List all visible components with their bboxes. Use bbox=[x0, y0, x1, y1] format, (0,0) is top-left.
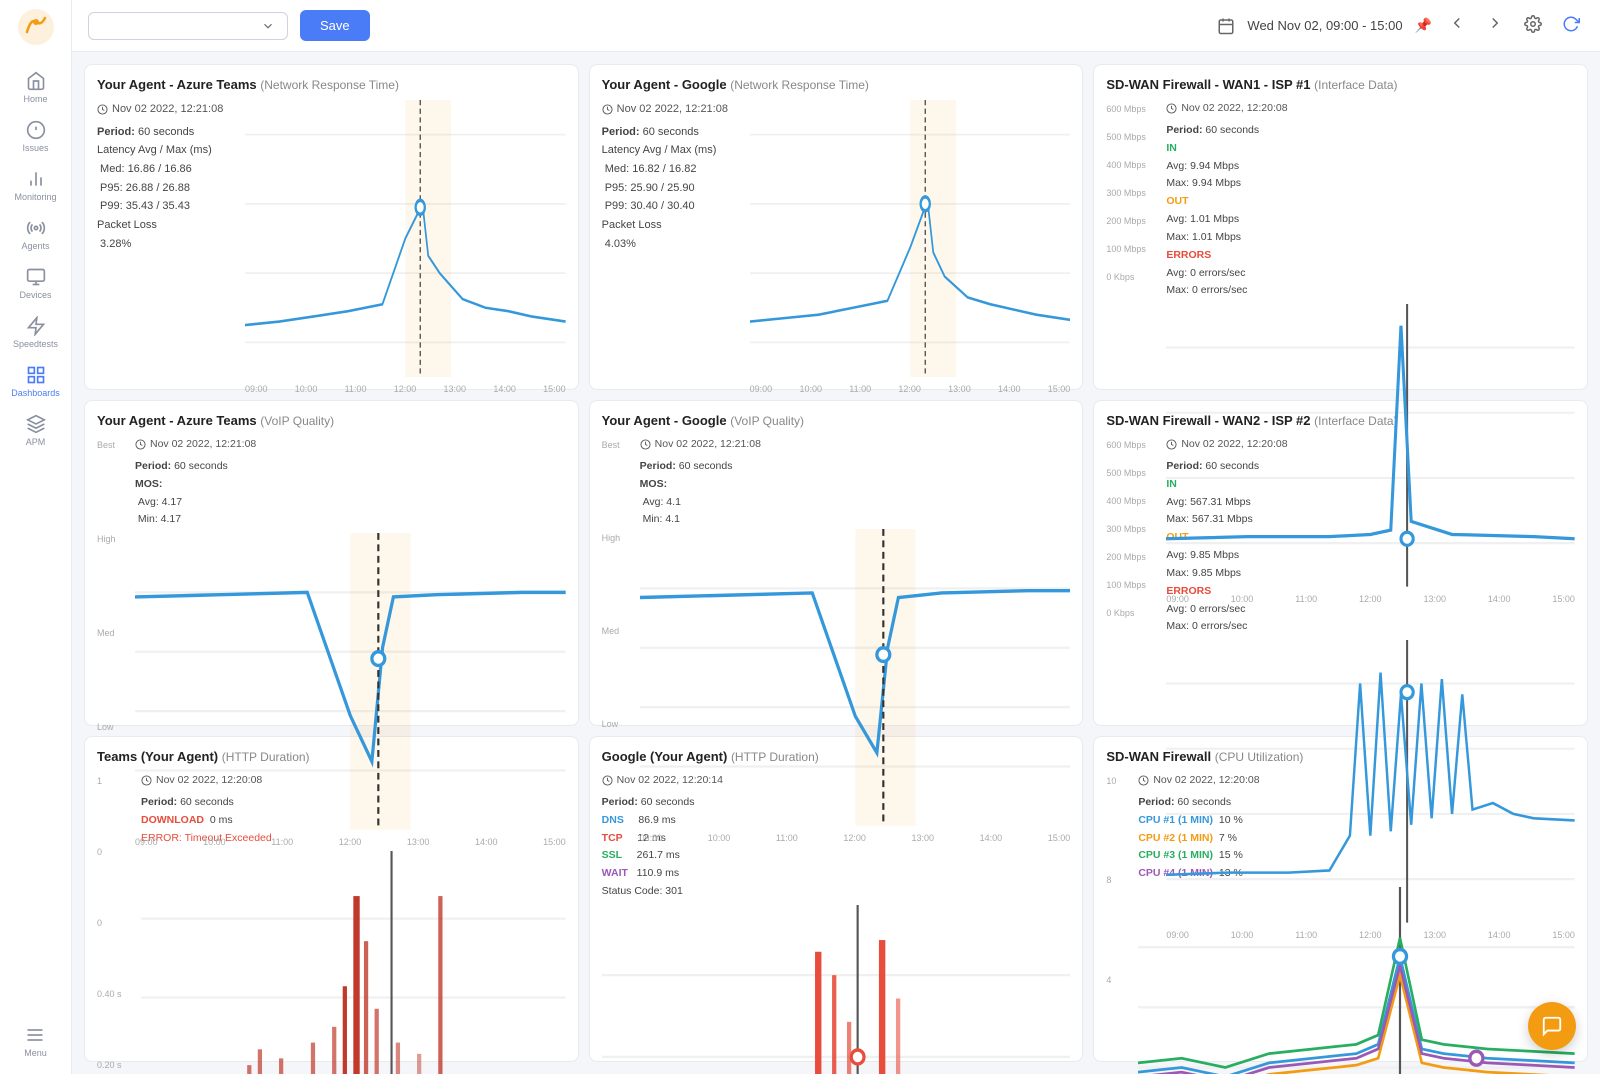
next-button[interactable] bbox=[1482, 10, 1508, 41]
sidebar-item-menu-label: Menu bbox=[24, 1048, 47, 1058]
chart-x-labels: 09:0010:0011:0012:0013:0014:0015:00 bbox=[245, 384, 566, 394]
chart-subtitle: (Network Response Time) bbox=[260, 78, 399, 92]
sidebar-item-monitoring-label: Monitoring bbox=[14, 192, 56, 202]
chart-subtitle: (VoIP Quality) bbox=[260, 414, 334, 428]
chart-visual: 09:0010:0011:0012:0013:0014:0015:00 bbox=[245, 100, 566, 377]
sidebar-item-devices[interactable]: Devices bbox=[0, 259, 71, 308]
sidebar-item-agents-label: Agents bbox=[21, 241, 49, 251]
chart-visual: 09:0010:0011:0012:0013:0014:0015:00 0 s bbox=[602, 905, 1071, 1074]
chart-visual: 09:0010:0011:0012:0013:0014:0015:00 bbox=[1138, 887, 1575, 1074]
chart-x-labels: 09:0010:0011:0012:0013:0014:0015:00 bbox=[750, 384, 1071, 394]
topbar: Save Wed Nov 02, 09:00 - 15:00 📌 bbox=[72, 0, 1600, 52]
chat-button[interactable] bbox=[1528, 1002, 1576, 1050]
chevron-down-icon bbox=[261, 19, 275, 33]
chart-google-network: Your Agent - Google (Network Response Ti… bbox=[589, 64, 1084, 390]
refresh-button[interactable] bbox=[1558, 11, 1584, 40]
chart-x-labels: 09:0010:0011:0012:0013:0014:0015:00 bbox=[1166, 594, 1575, 604]
chart-subtitle: (VoIP Quality) bbox=[730, 414, 804, 428]
chart-title: Your Agent - Google bbox=[602, 413, 727, 428]
chart-stats: Nov 02 2022, 12:21:08 Period: 60 seconds… bbox=[97, 100, 237, 377]
chart-subtitle: (Interface Data) bbox=[1314, 78, 1397, 92]
sidebar-item-issues[interactable]: Issues bbox=[0, 112, 71, 161]
pin-icon: 📌 bbox=[1415, 17, 1432, 34]
chart-title: Your Agent - Azure Teams bbox=[97, 413, 257, 428]
chart-x-labels: 09:0010:0011:0012:0013:0014:0015:00 bbox=[135, 837, 566, 847]
dashboard-grid: Your Agent - Azure Teams (Network Respon… bbox=[72, 52, 1600, 1074]
sidebar-item-apm[interactable]: APM bbox=[0, 406, 71, 455]
chart-visual: 09:0010:0011:0012:0013:0014:0015:00 bbox=[135, 533, 566, 830]
chart-visual: 09:0010:0011:0012:0013:0014:0015:00 bbox=[1166, 640, 1575, 923]
sidebar-item-agents[interactable]: Agents bbox=[0, 210, 71, 259]
sidebar-item-home-label: Home bbox=[23, 94, 47, 104]
prev-button[interactable] bbox=[1444, 10, 1470, 41]
topbar-right: Wed Nov 02, 09:00 - 15:00 📌 bbox=[1217, 10, 1584, 41]
sidebar-item-speedtests-label: Speedtests bbox=[13, 339, 58, 349]
chart-title: SD-WAN Firewall - WAN1 - ISP #1 bbox=[1106, 77, 1310, 92]
calendar-icon bbox=[1217, 17, 1235, 35]
chart-google-voip: Your Agent - Google (VoIP Quality) BestH… bbox=[589, 400, 1084, 726]
logo[interactable] bbox=[17, 8, 55, 51]
chart-visual: 09:0010:0011:0012:0013:0014:0015:00 bbox=[640, 529, 1071, 826]
chart-subtitle: (Network Response Time) bbox=[730, 78, 869, 92]
chart-stats: Nov 02 2022, 12:21:08 Period: 60 seconds… bbox=[602, 100, 742, 377]
sidebar-item-issues-label: Issues bbox=[22, 143, 48, 153]
sidebar-item-menu[interactable]: Menu bbox=[20, 1017, 51, 1066]
sidebar-item-devices-label: Devices bbox=[19, 290, 51, 300]
sidebar-item-apm-label: APM bbox=[26, 437, 46, 447]
date-range-label: Wed Nov 02, 09:00 - 15:00 bbox=[1247, 18, 1402, 33]
chart-visual: 09:0010:0011:0012:0013:0014:0015:00 bbox=[750, 100, 1071, 377]
sidebar: Home Issues Monitoring Agents Devices Sp… bbox=[0, 0, 72, 1074]
sidebar-item-monitoring[interactable]: Monitoring bbox=[0, 161, 71, 210]
dashboard-select[interactable] bbox=[88, 12, 288, 40]
settings-button[interactable] bbox=[1520, 11, 1546, 40]
chart-timestamp: Nov 02 2022, 12:21:08 bbox=[97, 100, 237, 119]
chart-azure-voip: Your Agent - Azure Teams (VoIP Quality) … bbox=[84, 400, 579, 726]
sidebar-item-dashboards-label: Dashboards bbox=[11, 388, 60, 398]
chart-x-labels: 09:0010:0011:0012:0013:0014:0015:00 bbox=[640, 833, 1071, 843]
chart-visual: 09:0010:0011:0012:0013:0014:0015:00 bbox=[1166, 304, 1575, 587]
chart-title: Your Agent - Azure Teams bbox=[97, 77, 257, 92]
sidebar-item-home[interactable]: Home bbox=[0, 63, 71, 112]
main-content: Save Wed Nov 02, 09:00 - 15:00 📌 Y bbox=[72, 0, 1600, 1074]
chart-visual: 09:0010:0011:0012:0013:0014:0015:00 bbox=[141, 851, 566, 1074]
sidebar-item-dashboards[interactable]: Dashboards bbox=[0, 357, 71, 406]
chart-title: Your Agent - Google bbox=[602, 77, 727, 92]
save-button[interactable]: Save bbox=[300, 10, 370, 41]
chart-azure-teams-network: Your Agent - Azure Teams (Network Respon… bbox=[84, 64, 579, 390]
chart-sdwan-wan1: SD-WAN Firewall - WAN1 - ISP #1 (Interfa… bbox=[1093, 64, 1588, 390]
sidebar-item-speedtests[interactable]: Speedtests bbox=[0, 308, 71, 357]
